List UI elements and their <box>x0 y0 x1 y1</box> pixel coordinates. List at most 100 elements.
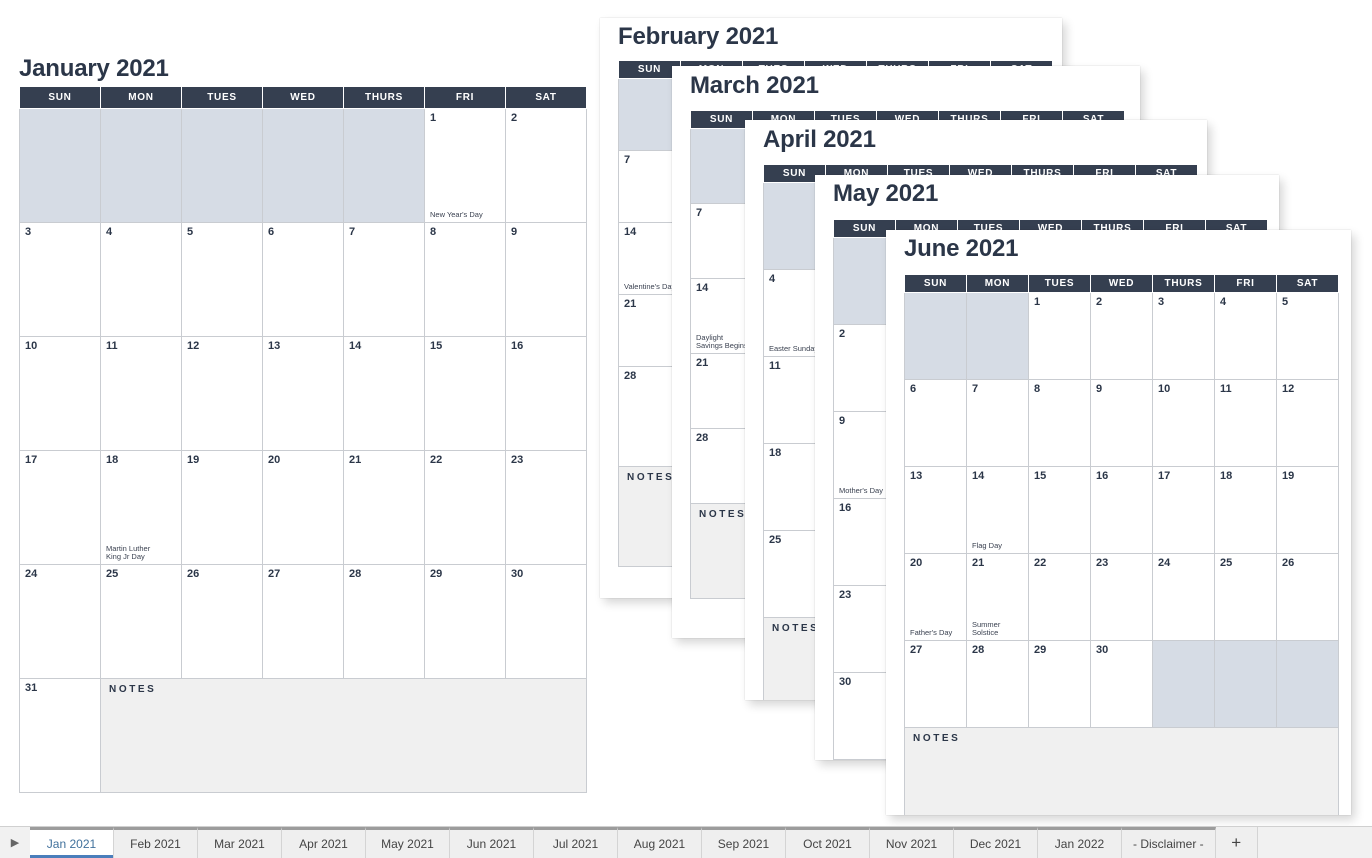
blank-cell[interactable] <box>19 108 101 223</box>
sheet-tab-nov-2021[interactable]: Nov 2021 <box>870 827 954 858</box>
sheet-tab-jul-2021[interactable]: Jul 2021 <box>534 827 618 858</box>
day-cell-10[interactable]: 10 <box>1152 379 1215 467</box>
day-cell-2[interactable]: 2 <box>505 108 587 223</box>
blank-cell[interactable] <box>262 108 344 223</box>
day-cell-9[interactable]: 9 <box>1090 379 1153 467</box>
day-cell-19[interactable]: 19 <box>1276 466 1339 554</box>
blank-cell[interactable] <box>1152 640 1215 728</box>
blank-cell[interactable] <box>1214 640 1277 728</box>
day-cell-8[interactable]: 8 <box>1028 379 1091 467</box>
day-cell-28[interactable]: 28 <box>343 564 425 679</box>
notes-cell[interactable]: NOTES <box>100 678 587 793</box>
day-cell-7[interactable]: 7 <box>343 222 425 337</box>
day-cell-14[interactable]: 14 Daylight Savings Begins <box>690 278 753 354</box>
day-cell-30[interactable]: 30 <box>1090 640 1153 728</box>
blank-cell[interactable] <box>966 292 1029 380</box>
day-cell-27[interactable]: 27 <box>904 640 967 728</box>
day-cell-7[interactable]: 7 <box>690 203 753 279</box>
day-cell-17[interactable]: 17 <box>19 450 101 565</box>
sheet-tab-apr-2021[interactable]: Apr 2021 <box>282 827 366 858</box>
day-cell-28[interactable]: 28 <box>966 640 1029 728</box>
day-cell-16[interactable]: 16 <box>505 336 587 451</box>
sheet-tab-feb-2021[interactable]: Feb 2021 <box>114 827 198 858</box>
day-cell-29[interactable]: 29 <box>1028 640 1091 728</box>
day-cell-14[interactable]: 14 Flag Day <box>966 466 1029 554</box>
day-cell-1[interactable]: 1 New Year's Day <box>424 108 506 223</box>
day-cell-5[interactable]: 5 <box>181 222 263 337</box>
tab-scroll-right-icon[interactable]: ▶ <box>0 827 30 858</box>
day-number: 9 <box>1096 383 1103 395</box>
day-cell-26[interactable]: 26 <box>1276 553 1339 641</box>
day-cell-12[interactable]: 12 <box>181 336 263 451</box>
sheet-tab-may-2021[interactable]: May 2021 <box>366 827 450 858</box>
day-cell-13[interactable]: 13 <box>262 336 344 451</box>
sheet-tab-jun-2021[interactable]: Jun 2021 <box>450 827 534 858</box>
day-cell-25[interactable]: 25 <box>100 564 182 679</box>
blank-cell[interactable] <box>100 108 182 223</box>
blank-cell[interactable] <box>904 292 967 380</box>
day-cell-2[interactable]: 2 <box>1090 292 1153 380</box>
day-cell-24[interactable]: 24 <box>1152 553 1215 641</box>
sheet-tab-oct-2021[interactable]: Oct 2021 <box>786 827 870 858</box>
day-cell-18[interactable]: 18 <box>1214 466 1277 554</box>
day-cell-21[interactable]: 21 <box>343 450 425 565</box>
sheet-tab-aug-2021[interactable]: Aug 2021 <box>618 827 702 858</box>
day-cell-20[interactable]: 20 Father's Day <box>904 553 967 641</box>
day-cell-11[interactable]: 11 <box>100 336 182 451</box>
day-cell-12[interactable]: 12 <box>1276 379 1339 467</box>
day-cell-14[interactable]: 14 <box>343 336 425 451</box>
sheet-tab-mar-2021[interactable]: Mar 2021 <box>198 827 282 858</box>
day-cell-4[interactable]: 4 <box>100 222 182 337</box>
blank-cell[interactable] <box>343 108 425 223</box>
day-cell-22[interactable]: 22 <box>424 450 506 565</box>
sheet-tab-sep-2021[interactable]: Sep 2021 <box>702 827 786 858</box>
sheet-tab-jan-2022[interactable]: Jan 2022 <box>1038 827 1122 858</box>
day-cell-11[interactable]: 11 <box>1214 379 1277 467</box>
calendar-sheet-jun[interactable]: June 2021 SUN MON TUES WED THURS FRI SAT 1 2 3 4 5 6 7… <box>886 230 1351 815</box>
calendar-grid-jun[interactable]: SUN MON TUES WED THURS FRI SAT 1 2 3 4 5 6 7 8 9 10 11 12 1… <box>904 274 1339 815</box>
day-cell-18[interactable]: 18 Martin Luther King Jr Day <box>100 450 182 565</box>
day-cell-1[interactable]: 1 <box>1028 292 1091 380</box>
day-cell-3[interactable]: 3 <box>1152 292 1215 380</box>
day-cell-26[interactable]: 26 <box>181 564 263 679</box>
notes-cell[interactable]: NOTES <box>904 727 1339 815</box>
day-cell-25[interactable]: 25 <box>1214 553 1277 641</box>
day-cell-9[interactable]: 9 <box>505 222 587 337</box>
day-cell-30[interactable]: 30 <box>505 564 587 679</box>
day-cell-17[interactable]: 17 <box>1152 466 1215 554</box>
calendar-sheet-jan[interactable]: January 2021 SUN MON TUES WED THURS FRI SAT 1 New… <box>0 0 600 820</box>
day-cell-15[interactable]: 15 <box>1028 466 1091 554</box>
day-number: 10 <box>1158 383 1171 395</box>
day-cell-5[interactable]: 5 <box>1276 292 1339 380</box>
day-cell-13[interactable]: 13 <box>904 466 967 554</box>
sheet-tab-dec-2021[interactable]: Dec 2021 <box>954 827 1038 858</box>
day-cell-29[interactable]: 29 <box>424 564 506 679</box>
day-cell-21[interactable]: 21 Summer Solstice <box>966 553 1029 641</box>
blank-cell[interactable] <box>690 128 753 204</box>
day-cell-27[interactable]: 27 <box>262 564 344 679</box>
day-cell-10[interactable]: 10 <box>19 336 101 451</box>
day-cell-19[interactable]: 19 <box>181 450 263 565</box>
day-cell-6[interactable]: 6 <box>262 222 344 337</box>
day-cell-23[interactable]: 23 <box>1090 553 1153 641</box>
day-cell-7[interactable]: 7 <box>966 379 1029 467</box>
day-cell-22[interactable]: 22 <box>1028 553 1091 641</box>
day-cell-21[interactable]: 21 <box>690 353 753 429</box>
blank-cell[interactable] <box>181 108 263 223</box>
add-sheet-button[interactable]: + <box>1215 827 1258 858</box>
day-cell-6[interactable]: 6 <box>904 379 967 467</box>
blank-cell[interactable] <box>1276 640 1339 728</box>
sheet-tab-disclaimer[interactable]: - Disclaimer - <box>1122 827 1216 858</box>
day-cell-3[interactable]: 3 <box>19 222 101 337</box>
sheet-tab-jan-2021[interactable]: Jan 2021 <box>30 827 114 858</box>
day-cell-4[interactable]: 4 <box>1214 292 1277 380</box>
day-cell-15[interactable]: 15 <box>424 336 506 451</box>
day-cell-8[interactable]: 8 <box>424 222 506 337</box>
calendar-grid-jan[interactable]: SUN MON TUES WED THURS FRI SAT 1 New Year's Day 2… <box>19 86 587 793</box>
day-cell-31[interactable]: 31 <box>19 678 101 793</box>
day-cell-28[interactable]: 28 <box>690 428 753 504</box>
day-cell-23[interactable]: 23 <box>505 450 587 565</box>
day-cell-16[interactable]: 16 <box>1090 466 1153 554</box>
day-cell-24[interactable]: 24 <box>19 564 101 679</box>
day-cell-20[interactable]: 20 <box>262 450 344 565</box>
